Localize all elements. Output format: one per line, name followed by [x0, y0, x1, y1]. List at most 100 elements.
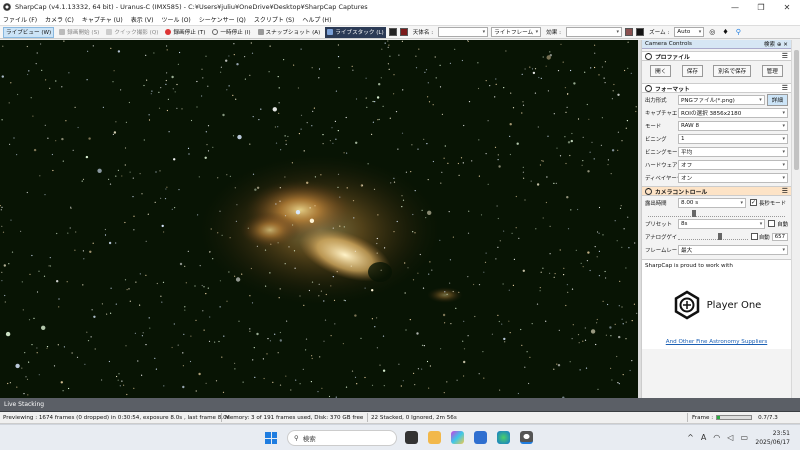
- copilot-icon[interactable]: [451, 431, 464, 444]
- format-details-button[interactable]: 詳細: [766, 93, 788, 106]
- frame-type-select[interactable]: ライトフレーム: [491, 27, 542, 37]
- capture-area-select[interactable]: ROIの選択 3856x2180: [678, 107, 788, 118]
- menu-file[interactable]: ファイル (F): [3, 15, 37, 24]
- battery-icon[interactable]: ▭: [740, 433, 748, 442]
- snapshot-label: スナップショット (A): [265, 30, 321, 36]
- exposure-input[interactable]: 8.00 s: [678, 197, 746, 208]
- color-swatch-icon[interactable]: [625, 28, 634, 36]
- taskbar-search[interactable]: ⚲ 検索: [287, 430, 397, 446]
- store-icon[interactable]: [474, 431, 487, 444]
- menu-icon[interactable]: ☰: [782, 52, 788, 60]
- pause-button[interactable]: 一時停止 (I): [210, 27, 252, 38]
- menu-icon[interactable]: ☰: [782, 187, 788, 195]
- player-one-logo-icon: [674, 290, 699, 320]
- menu-capture[interactable]: キャプチャ (U): [82, 15, 123, 24]
- target-name-select[interactable]: [438, 27, 489, 37]
- menu-scripting[interactable]: スクリプト (S): [254, 15, 294, 24]
- live-stack-button[interactable]: ライブスタック (L): [325, 26, 386, 38]
- live-stacking-bar[interactable]: Live Stacking: [0, 398, 800, 412]
- crosshair-icon[interactable]: ◎: [707, 27, 717, 38]
- search-placeholder: 検索: [302, 435, 316, 443]
- stop-capture-button[interactable]: 録画停止 (T): [163, 27, 207, 38]
- profile-section-header[interactable]: ^ プロファイル ☰: [642, 51, 791, 61]
- auto-gain-label: 自動: [758, 234, 770, 241]
- wifi-icon[interactable]: ◠: [713, 433, 720, 442]
- histogram-icon[interactable]: [388, 28, 397, 36]
- menu-tools[interactable]: ツール (O): [161, 15, 190, 24]
- hardware-binning-row: ハードウェアビニング オフ: [642, 158, 791, 171]
- task-view-icon[interactable]: [405, 431, 418, 444]
- red-overlay-icon[interactable]: [399, 28, 408, 36]
- minimize-button[interactable]: —: [722, 0, 748, 14]
- maximize-button[interactable]: ❐: [748, 0, 774, 14]
- camera-controls-panel: Camera Controls 検索 ⊕ ✕ ^ プロファイル ☰ 開く 保存 …: [641, 40, 791, 398]
- auto-exposure-checkbox[interactable]: [768, 220, 776, 227]
- windows-start-icon[interactable]: [265, 432, 277, 444]
- pin-icon[interactable]: ⚲: [734, 27, 743, 38]
- manage-profile-button[interactable]: 管理: [761, 65, 783, 77]
- flame-icon[interactable]: ♦: [720, 27, 730, 38]
- open-profile-button[interactable]: 開く: [650, 65, 672, 77]
- menu-help[interactable]: ヘルプ (H): [302, 15, 331, 24]
- panel-header-icons[interactable]: 検索 ⊕ ✕: [764, 40, 788, 48]
- long-exposure-checkbox[interactable]: ✓: [750, 199, 757, 206]
- debayer-select[interactable]: オン: [678, 172, 788, 183]
- mode-select[interactable]: RAW 8: [678, 120, 788, 131]
- sharpcap-app-icon: [3, 3, 11, 11]
- snapshot-button[interactable]: スナップショット (A): [256, 27, 323, 38]
- collapse-icon: ^: [645, 84, 652, 92]
- window-title: SharpCap (v4.1.13332, 64 bit) - Uranus-C…: [15, 3, 368, 11]
- exposure-slider-thumb[interactable]: [692, 210, 696, 217]
- sharpcap-taskbar-icon[interactable]: [520, 431, 533, 444]
- zoom-select[interactable]: Auto: [674, 27, 705, 37]
- camera-controls-section-header[interactable]: ^ カメラコントロール ☰: [642, 186, 791, 196]
- output-format-select[interactable]: PNGファイル(*.png): [678, 94, 765, 105]
- file-explorer-icon[interactable]: [428, 431, 441, 444]
- menu-icon[interactable]: ☰: [782, 84, 788, 92]
- sponsor-link[interactable]: And Other Fine Astronomy Suppliers: [642, 339, 791, 345]
- menu-view[interactable]: 表示 (V): [131, 15, 154, 24]
- binning-mode-select[interactable]: 平均: [678, 146, 788, 157]
- exposure-slider[interactable]: [648, 209, 785, 217]
- panel-scrollbar[interactable]: [791, 40, 800, 398]
- save-as-profile-button[interactable]: 別名で保存: [713, 65, 752, 77]
- live-view-button[interactable]: ライブビュー (W): [3, 26, 55, 38]
- target-label: 天体名 :: [412, 30, 434, 36]
- panel-scrollbar-thumb[interactable]: [794, 50, 799, 170]
- mode-row: モード RAW 8: [642, 119, 791, 132]
- chevron-up-icon[interactable]: ^: [687, 433, 694, 442]
- close-button[interactable]: ✕: [774, 0, 800, 14]
- menu-camera[interactable]: カメラ (C): [45, 15, 74, 24]
- start-capture-button[interactable]: 録画開始 (S): [57, 27, 101, 38]
- sponsor-logo[interactable]: Player One: [664, 273, 769, 337]
- preset-label: プリセット: [645, 221, 672, 228]
- binning-select[interactable]: 1: [678, 133, 788, 144]
- ime-indicator[interactable]: A: [701, 433, 706, 442]
- hardware-binning-select[interactable]: オフ: [678, 159, 788, 170]
- framerate-select[interactable]: 最大: [678, 244, 788, 255]
- format-section-header[interactable]: ^ フォーマット ☰: [642, 83, 791, 93]
- mode-value: RAW 8: [681, 122, 700, 129]
- quick-capture-button[interactable]: クイック撮影 (Q): [104, 27, 160, 38]
- clock[interactable]: 23:51 2025/06/17: [755, 429, 790, 447]
- volume-icon[interactable]: ◁: [727, 433, 733, 442]
- live-image-viewport[interactable]: [0, 40, 638, 398]
- auto-gain-checkbox[interactable]: [750, 233, 758, 240]
- gain-slider[interactable]: [678, 232, 748, 240]
- binning-value: 1: [681, 135, 685, 142]
- status-bar: Previewing : 1674 frames (0 dropped) in …: [0, 412, 800, 424]
- sponsor-text: SharpCap is proud to work with: [645, 263, 733, 269]
- black-swatch-icon[interactable]: [636, 28, 645, 36]
- save-profile-button[interactable]: 保存: [681, 65, 703, 77]
- quick-capture-label: クイック撮影 (Q): [114, 30, 159, 36]
- effect-select[interactable]: [566, 27, 623, 37]
- camera-icon: [257, 29, 264, 35]
- long-exposure-label: 長秒モード: [759, 200, 786, 207]
- quick-capture-icon: [106, 29, 113, 35]
- binning-mode-label: ビニングモード: [645, 149, 678, 156]
- menu-sequencer[interactable]: シーケンサー (Q): [199, 15, 246, 24]
- gain-slider-thumb[interactable]: [718, 232, 722, 240]
- gain-value-input[interactable]: 657: [771, 232, 788, 241]
- edge-browser-icon[interactable]: [497, 431, 510, 444]
- preset-select[interactable]: 8s: [678, 218, 766, 229]
